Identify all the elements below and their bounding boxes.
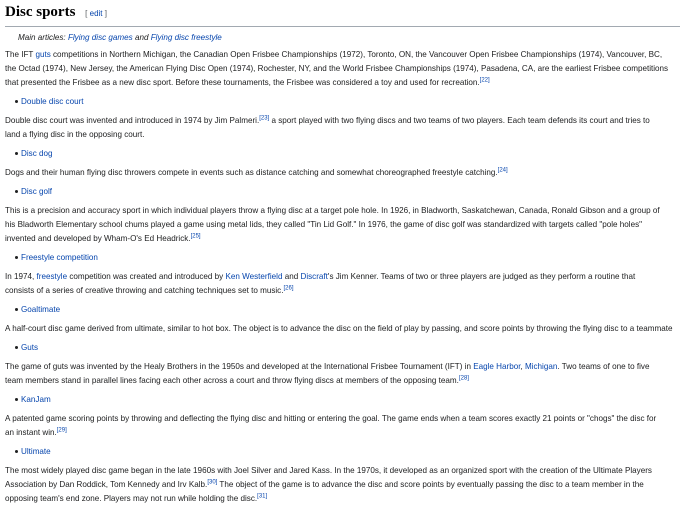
link-eagle-harbor[interactable]: Eagle Harbor: [473, 362, 520, 371]
paragraph-freestyle: In 1974, freestyle competition was creat…: [5, 270, 680, 298]
kanjam-text-b: an instant win.: [5, 428, 57, 437]
ref-28[interactable]: [28]: [459, 375, 469, 381]
ultimate-text-c: The object of the game is to advance the…: [217, 480, 644, 489]
link-double-disc-court[interactable]: Double disc court: [21, 97, 84, 106]
link-ken-westerfield[interactable]: Ken Westerfield: [225, 272, 282, 281]
bullet-freestyle-competition: Freestyle competition: [15, 251, 680, 265]
paragraph-guts: The game of guts was invented by the Hea…: [5, 360, 680, 388]
freestyle-text-b: competition was created and introduced b…: [67, 272, 226, 281]
disc-golf-text-b: his Bladworth Elementary school chums pl…: [5, 220, 642, 229]
paragraph-goaltimate: A half-court disc game derived from ulti…: [5, 322, 680, 336]
disc-golf-text-a: This is a precision and accuracy sport i…: [5, 206, 660, 215]
intro-text-d: that presented the Frisbee as a new disc…: [5, 78, 480, 87]
freestyle-text-d: 's Jim Kenner. Teams of two or three pla…: [327, 272, 636, 281]
freestyle-text-a: In 1974,: [5, 272, 37, 281]
disc-golf-text-c: invented and developed by Wham-O's Ed He…: [5, 234, 191, 243]
double-disc-text-a: Double disc court was invented and intro…: [5, 116, 260, 125]
freestyle-text-e: consists of a series of creative throwin…: [5, 286, 284, 295]
ultimate-text-d: opposing team's end zone. Players may no…: [5, 494, 258, 503]
bullet-double-disc-court: Double disc court: [15, 95, 680, 109]
paragraph-kanjam: A patented game scoring points by throwi…: [5, 412, 680, 440]
paragraph-disc-golf: This is a precision and accuracy sport i…: [5, 204, 680, 246]
link-flying-disc-freestyle[interactable]: Flying disc freestyle: [151, 33, 222, 42]
bullet-guts: Guts: [15, 341, 680, 355]
ref-22[interactable]: [22]: [480, 77, 490, 83]
heading-text: Disc sports: [5, 4, 76, 20]
article-section: Disc sports [ edit ] Main articles: Flyi…: [0, 2, 680, 503]
freestyle-text-c: and: [282, 272, 301, 281]
hatnote-prefix: Main articles:: [18, 33, 66, 42]
bullet-icon: [15, 256, 18, 260]
edit-section: [ edit ]: [85, 9, 107, 18]
link-flying-disc-games[interactable]: Flying disc games: [68, 33, 133, 42]
ref-24[interactable]: [24]: [498, 167, 508, 173]
paragraph-ultimate: The most widely played disc game began i…: [5, 464, 680, 506]
hatnote-and: and: [134, 33, 149, 42]
paragraph-disc-dog: Dogs and their human flying disc thrower…: [5, 166, 680, 180]
bullet-disc-dog: Disc dog: [15, 147, 680, 161]
kanjam-text-a: A patented game scoring points by throwi…: [5, 414, 657, 423]
bullet-goaltimate: Goaltimate: [15, 303, 680, 317]
guts-text-a: The game of guts was invented by the Hea…: [5, 362, 474, 371]
link-disc-golf[interactable]: Disc golf: [21, 187, 52, 196]
section-heading: Disc sports [ edit ]: [5, 2, 680, 27]
goaltimate-text: A half-court disc game derived from ulti…: [5, 324, 673, 333]
double-disc-text-c: land a flying disc in the opposing court…: [5, 130, 145, 139]
bullet-ultimate: Ultimate: [15, 445, 680, 459]
intro-text-a: The IFT: [5, 50, 36, 59]
guts-text-b: . Two teams of one to five: [557, 362, 650, 371]
ultimate-text-b: Association by Dan Roddick, Tom Kennedy …: [5, 480, 208, 489]
bullet-icon: [15, 346, 18, 350]
link-disc-dog[interactable]: Disc dog: [21, 149, 53, 158]
bullet-icon: [15, 308, 18, 312]
ref-30[interactable]: [30]: [207, 479, 217, 485]
bullet-icon: [15, 398, 18, 402]
guts-text-c: team members stand in parallel lines fac…: [5, 376, 459, 385]
link-goaltimate[interactable]: Goaltimate: [21, 305, 60, 314]
link-ultimate[interactable]: Ultimate: [21, 447, 51, 456]
link-guts[interactable]: guts: [35, 50, 50, 59]
ref-23[interactable]: [23]: [259, 115, 269, 121]
bullet-icon: [15, 190, 18, 194]
ultimate-text-a: The most widely played disc game began i…: [5, 466, 652, 475]
disc-dog-text: Dogs and their human flying disc thrower…: [5, 168, 498, 177]
link-freestyle-competition[interactable]: Freestyle competition: [21, 253, 98, 262]
link-freestyle[interactable]: freestyle: [37, 272, 68, 281]
bullet-disc-golf: Disc golf: [15, 185, 680, 199]
link-kanjam[interactable]: KanJam: [21, 395, 51, 404]
double-disc-text-b: a sport played with two flying discs and…: [269, 116, 650, 125]
intro-text-b: competitions in Northern Michigan, the C…: [50, 50, 663, 59]
hatnote: Main articles: Flying disc games and Fly…: [5, 31, 680, 45]
bullet-kanjam: KanJam: [15, 393, 680, 407]
intro-paragraph: The IFT guts competitions in Northern Mi…: [5, 48, 680, 90]
bullet-icon: [15, 100, 18, 104]
link-discraft[interactable]: Discraft: [300, 272, 327, 281]
ref-25[interactable]: [25]: [191, 233, 201, 239]
ref-29[interactable]: [29]: [57, 427, 67, 433]
bullet-icon: [15, 152, 18, 156]
link-guts-section[interactable]: Guts: [21, 343, 38, 352]
bullet-icon: [15, 450, 18, 454]
edit-link[interactable]: edit: [90, 9, 103, 18]
ref-31[interactable]: [31]: [257, 493, 267, 499]
intro-text-c: the Octad (1974), New Jersey, the Americ…: [5, 64, 669, 73]
paragraph-double-disc: Double disc court was invented and intro…: [5, 114, 680, 142]
ref-26[interactable]: [26]: [283, 285, 293, 291]
link-michigan[interactable]: Michigan: [525, 362, 557, 371]
